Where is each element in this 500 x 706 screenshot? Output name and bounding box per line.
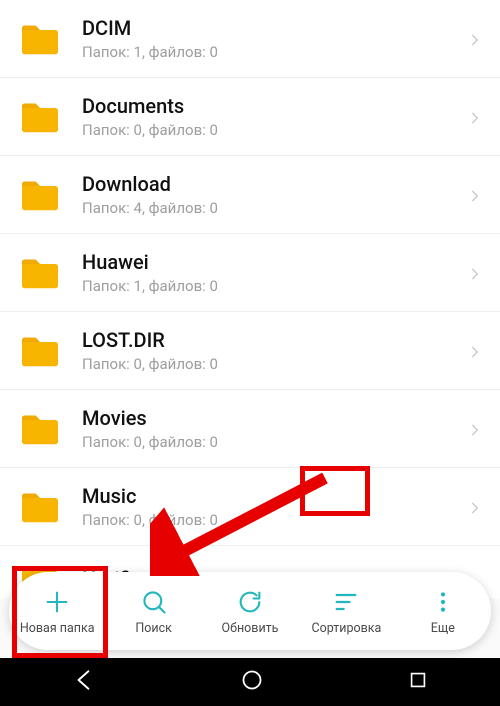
- refresh-icon: [236, 587, 264, 617]
- folder-text: Documents Папок: 0, файлов: 0: [82, 94, 460, 139]
- folder-text: Download Папок: 4, файлов: 0: [82, 172, 460, 217]
- plus-icon: [43, 587, 71, 617]
- folder-icon: [18, 255, 62, 291]
- folder-text: Movies Папок: 0, файлов: 0: [82, 406, 460, 451]
- folder-name: Movies: [82, 406, 460, 430]
- folder-text: LOST.DIR Папок: 0, файлов: 0: [82, 328, 460, 373]
- chevron-right-icon: [468, 110, 482, 124]
- folder-row[interactable]: Movies Папок: 0, файлов: 0: [0, 390, 500, 468]
- folder-row[interactable]: Huawei Папок: 1, файлов: 0: [0, 234, 500, 312]
- folder-row[interactable]: Music Папок: 0, файлов: 0: [0, 468, 500, 546]
- chevron-right-icon: [468, 500, 482, 514]
- toolbar-label: Обновить: [222, 621, 279, 636]
- chevron-right-icon: [468, 188, 482, 202]
- folder-name: Huawei: [82, 250, 460, 274]
- folder-list: DCIM Папок: 1, файлов: 0 Documents Папок: 0…: [0, 0, 500, 598]
- folder-name: Music: [82, 484, 460, 508]
- recents-button[interactable]: [407, 669, 429, 695]
- folder-row[interactable]: DCIM Папок: 1, файлов: 0: [0, 0, 500, 78]
- chevron-right-icon: [468, 422, 482, 436]
- sort-button[interactable]: Сортировка: [298, 572, 394, 650]
- back-button[interactable]: [71, 667, 97, 697]
- chevron-right-icon: [468, 344, 482, 358]
- folder-name: DCIM: [82, 16, 460, 40]
- more-vert-icon: [429, 587, 457, 617]
- folder-meta: Папок: 4, файлов: 0: [82, 199, 460, 217]
- folder-icon: [18, 489, 62, 525]
- folder-row[interactable]: LOST.DIR Папок: 0, файлов: 0: [0, 312, 500, 390]
- folder-meta: Папок: 1, файлов: 0: [82, 43, 460, 61]
- folder-name: Download: [82, 172, 460, 196]
- search-button[interactable]: Поиск: [105, 572, 201, 650]
- folder-meta: Папок: 1, файлов: 0: [82, 277, 460, 295]
- folder-meta: Папок: 0, файлов: 0: [82, 355, 460, 373]
- toolbar-label: Поиск: [135, 621, 172, 636]
- folder-text: Music Папок: 0, файлов: 0: [82, 484, 460, 529]
- folder-meta: Папок: 0, файлов: 0: [82, 121, 460, 139]
- folder-meta: Папок: 0, файлов: 0: [82, 511, 460, 529]
- folder-text: Huawei Папок: 1, файлов: 0: [82, 250, 460, 295]
- folder-icon: [18, 99, 62, 135]
- folder-text: DCIM Папок: 1, файлов: 0: [82, 16, 460, 61]
- bottom-toolbar: Новая папка Поиск Обновить Сортировка Ещ…: [9, 572, 491, 650]
- chevron-right-icon: [468, 266, 482, 280]
- folder-row[interactable]: Download Папок: 4, файлов: 0: [0, 156, 500, 234]
- refresh-button[interactable]: Обновить: [202, 572, 298, 650]
- android-navbar: [0, 658, 500, 706]
- home-button[interactable]: [240, 668, 264, 696]
- toolbar-label: Сортировка: [311, 621, 381, 636]
- folder-row[interactable]: Documents Папок: 0, файлов: 0: [0, 78, 500, 156]
- folder-name: Documents: [82, 94, 460, 118]
- new-folder-button[interactable]: Новая папка: [9, 572, 105, 650]
- sort-icon: [332, 587, 360, 617]
- folder-icon: [18, 21, 62, 57]
- folder-icon: [18, 411, 62, 447]
- search-icon: [140, 587, 168, 617]
- folder-icon: [18, 177, 62, 213]
- folder-meta: Папок: 0, файлов: 0: [82, 433, 460, 451]
- toolbar-label: Новая папка: [20, 621, 95, 636]
- chevron-right-icon: [468, 32, 482, 46]
- folder-icon: [18, 333, 62, 369]
- folder-name: LOST.DIR: [82, 328, 460, 352]
- more-button[interactable]: Еще: [395, 572, 491, 650]
- toolbar-label: Еще: [431, 621, 455, 636]
